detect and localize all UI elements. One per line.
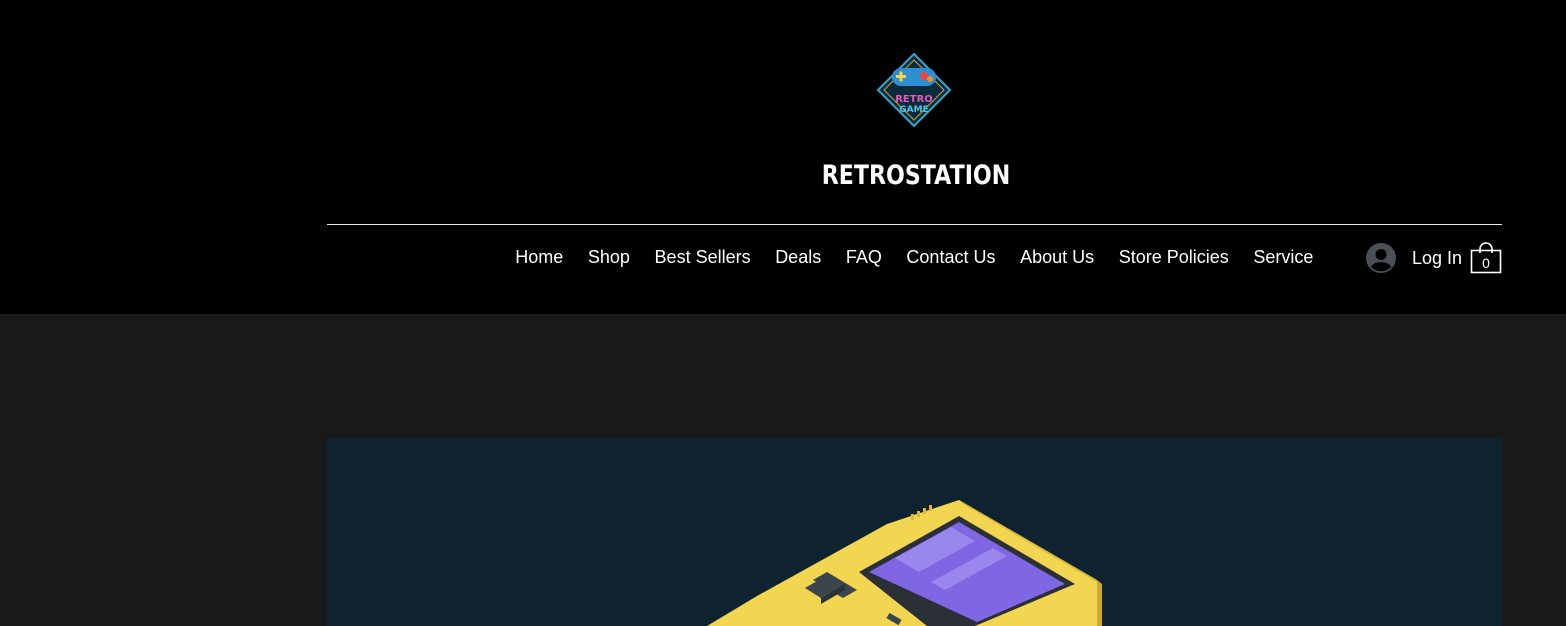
svg-text:GAME: GAME <box>899 105 928 115</box>
handheld-console-illustration <box>327 438 1502 626</box>
nav-faq[interactable]: FAQ <box>834 240 895 274</box>
site-logo-icon[interactable]: RETRO GAME <box>876 52 952 128</box>
nav-contact-us[interactable]: Contact Us <box>894 240 1008 274</box>
nav-service[interactable]: Service <box>1241 240 1326 274</box>
user-avatar-icon <box>1366 243 1396 273</box>
nav-deals[interactable]: Deals <box>763 240 834 274</box>
site-title[interactable]: RETROSTATION <box>165 160 1566 191</box>
nav-shop[interactable]: Shop <box>576 240 643 274</box>
login-button[interactable]: Log In <box>1366 241 1462 275</box>
cart-button[interactable]: 0 <box>1470 240 1502 274</box>
nav-home[interactable]: Home <box>503 240 576 274</box>
hero-image <box>327 438 1502 626</box>
site-header: RETRO GAME RETROSTATION Home Shop Best S… <box>0 0 1566 314</box>
cart-count-badge: 0 <box>1482 255 1490 271</box>
login-label: Log In <box>1412 247 1463 268</box>
svg-text:RETRO: RETRO <box>895 94 933 105</box>
header-divider <box>327 224 1502 225</box>
nav-about-us[interactable]: About Us <box>1008 240 1107 274</box>
nav-best-sellers[interactable]: Best Sellers <box>642 240 763 274</box>
nav-store-policies[interactable]: Store Policies <box>1106 240 1241 274</box>
main-nav: Home Shop Best Sellers Deals FAQ Contact… <box>503 240 1326 274</box>
